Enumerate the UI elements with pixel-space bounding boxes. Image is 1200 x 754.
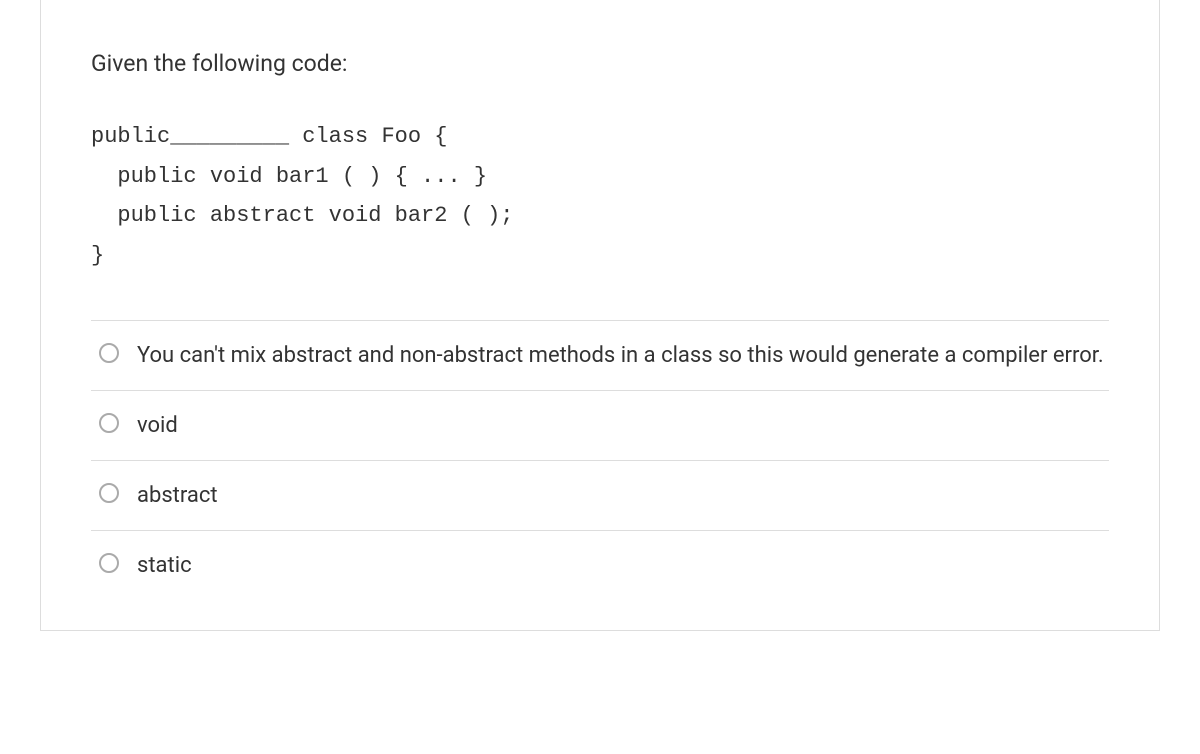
option-text-1: You can't mix abstract and non-abstract … bbox=[137, 339, 1104, 372]
option-row-2[interactable]: void bbox=[91, 391, 1109, 461]
radio-icon bbox=[99, 483, 119, 503]
question-container: Given the following code: public________… bbox=[40, 0, 1160, 631]
radio-icon bbox=[99, 413, 119, 433]
radio-icon bbox=[99, 553, 119, 573]
option-row-1[interactable]: You can't mix abstract and non-abstract … bbox=[91, 321, 1109, 391]
options-list: You can't mix abstract and non-abstract … bbox=[91, 320, 1109, 600]
code-line-2: public void bar1 ( ) { ... } bbox=[91, 157, 1109, 197]
option-text-3: abstract bbox=[137, 479, 218, 512]
code-line-1: public_________ class Foo { bbox=[91, 117, 1109, 157]
code-line-3: public abstract void bar2 ( ); bbox=[91, 196, 1109, 236]
question-prompt: Given the following code: bbox=[91, 50, 1109, 77]
option-row-3[interactable]: abstract bbox=[91, 461, 1109, 531]
option-text-2: void bbox=[137, 409, 178, 442]
code-block: public_________ class Foo { public void … bbox=[91, 117, 1109, 275]
code-line-4: } bbox=[91, 236, 1109, 276]
option-text-4: static bbox=[137, 549, 192, 582]
radio-icon bbox=[99, 343, 119, 363]
option-row-4[interactable]: static bbox=[91, 531, 1109, 600]
